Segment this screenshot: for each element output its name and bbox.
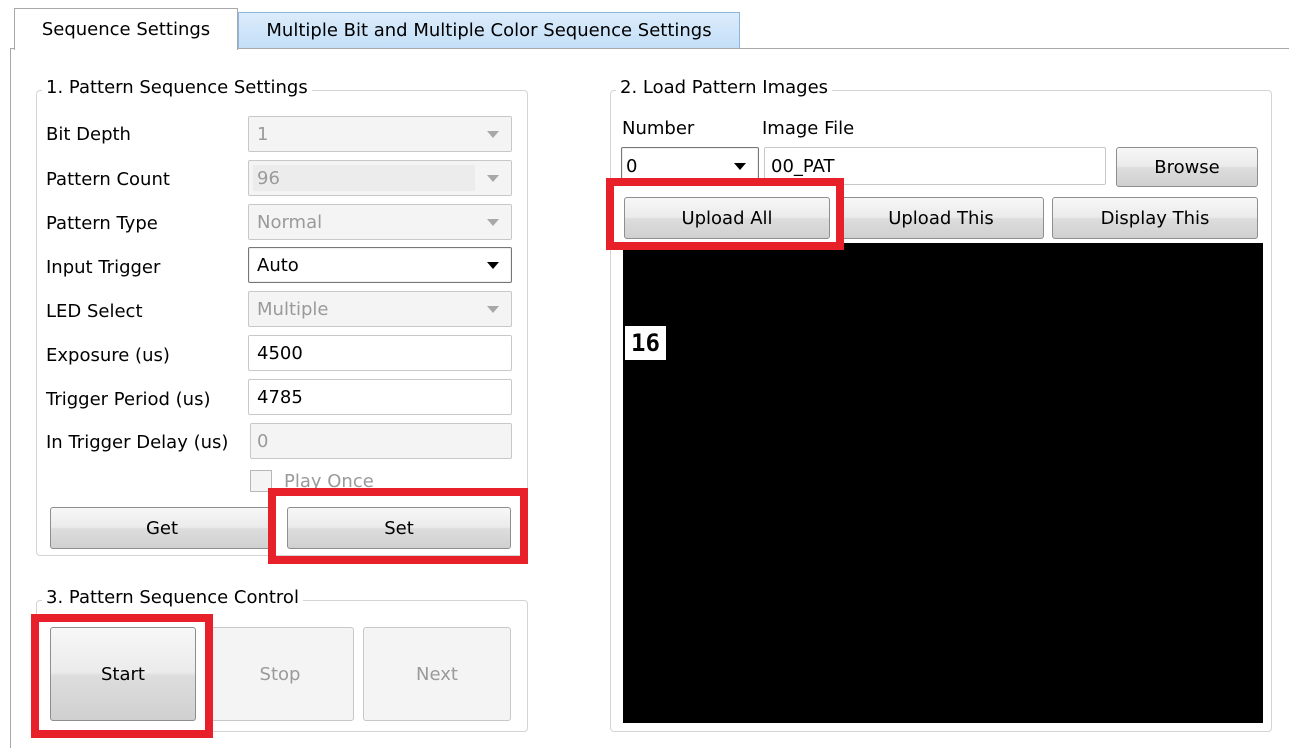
led-select-label: LED Select <box>46 301 143 322</box>
browse-button[interactable]: Browse <box>1116 147 1258 187</box>
number-value: 0 <box>626 155 638 177</box>
input-trigger-label: Input Trigger <box>46 257 161 278</box>
chevron-down-icon <box>487 262 499 269</box>
chevron-down-icon <box>487 219 499 226</box>
pattern-count-selection <box>253 165 475 191</box>
browse-button-label: Browse <box>1154 156 1220 178</box>
display-this-button-label: Display This <box>1100 207 1210 229</box>
get-button-label: Get <box>145 517 179 539</box>
led-select-value: Multiple <box>257 298 329 320</box>
led-select-select: Multiple <box>248 291 512 327</box>
image-file-label: Image File <box>762 118 855 139</box>
set-button[interactable]: Set <box>287 507 511 549</box>
pattern-type-label: Pattern Type <box>46 213 158 234</box>
next-button: Next <box>363 627 511 721</box>
stop-button: Stop <box>206 627 354 721</box>
chevron-down-icon <box>487 306 499 313</box>
play-once-checkbox <box>250 470 272 492</box>
trigger-period-value: 4785 <box>257 386 303 408</box>
tab-label: Multiple Bit and Multiple Color Sequence… <box>266 20 712 41</box>
start-button-label: Start <box>101 663 145 685</box>
bit-depth-select: 1 <box>248 116 512 152</box>
preview-overlay-number: 16 <box>625 326 666 360</box>
chevron-down-icon <box>734 163 746 170</box>
upload-all-button[interactable]: Upload All <box>624 197 830 239</box>
pattern-count-label: Pattern Count <box>46 169 170 190</box>
image-file-value: 00_PAT <box>771 155 835 177</box>
number-label: Number <box>622 118 695 139</box>
exposure-value: 4500 <box>257 342 303 364</box>
chevron-down-icon <box>487 131 499 138</box>
number-select[interactable]: 0 <box>621 147 759 185</box>
trigger-period-label: Trigger Period (us) <box>46 389 211 410</box>
in-trigger-delay-input: 0 <box>250 423 512 459</box>
pattern-count-select: 96 <box>248 160 512 196</box>
input-trigger-select[interactable]: Auto <box>248 247 512 283</box>
chevron-down-icon <box>487 175 499 182</box>
control-title: 3. Pattern Sequence Control <box>42 587 303 608</box>
load-images-title: 2. Load Pattern Images <box>616 77 833 98</box>
set-button-label: Set <box>384 517 414 539</box>
pattern-preview: 16 <box>623 243 1263 723</box>
in-trigger-delay-label: In Trigger Delay (us) <box>46 432 229 453</box>
bit-depth-value: 1 <box>257 123 269 145</box>
pattern-type-select: Normal <box>248 204 512 240</box>
start-button[interactable]: Start <box>50 627 196 721</box>
get-button[interactable]: Get <box>50 507 274 549</box>
pattern-type-value: Normal <box>257 211 323 233</box>
display-this-button[interactable]: Display This <box>1052 197 1258 239</box>
bit-depth-label: Bit Depth <box>46 124 131 145</box>
exposure-input[interactable]: 4500 <box>248 335 512 371</box>
image-file-input[interactable]: 00_PAT <box>764 147 1106 185</box>
trigger-period-input[interactable]: 4785 <box>248 379 512 415</box>
pattern-settings-title: 1. Pattern Sequence Settings <box>42 77 312 98</box>
stop-button-label: Stop <box>259 663 301 685</box>
tab-multiple-bit-color[interactable]: Multiple Bit and Multiple Color Sequence… <box>238 12 740 48</box>
upload-this-button-label: Upload This <box>888 207 994 229</box>
tab-label: Sequence Settings <box>41 19 211 40</box>
tab-sequence-settings[interactable]: Sequence Settings <box>14 8 238 50</box>
play-once-label: Play Once <box>284 471 374 492</box>
in-trigger-delay-value: 0 <box>257 430 269 452</box>
input-trigger-value: Auto <box>257 254 299 276</box>
upload-this-button[interactable]: Upload This <box>838 197 1044 239</box>
pattern-count-value: 96 <box>257 167 280 189</box>
next-button-label: Next <box>416 663 458 685</box>
exposure-label: Exposure (us) <box>46 345 170 366</box>
upload-all-button-label: Upload All <box>681 207 773 229</box>
